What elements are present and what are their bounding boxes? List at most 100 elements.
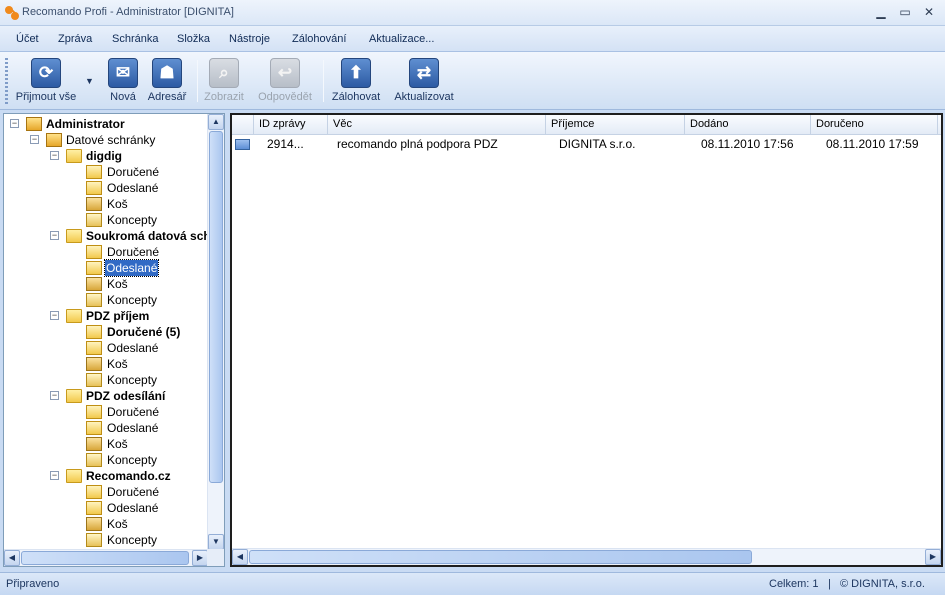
status-text: Připraveno: [6, 578, 60, 590]
column-icon-header[interactable]: [232, 115, 254, 135]
tree-label: Doručené: [107, 405, 160, 419]
tree-node-folder[interactable]: Koš: [4, 276, 208, 292]
view-message-icon: ⌕: [209, 58, 239, 88]
collapse-icon[interactable]: −: [50, 231, 59, 240]
maximize-button[interactable]: ▭: [896, 4, 914, 20]
tree-node-folder[interactable]: Koncepty: [4, 532, 208, 548]
column-subject[interactable]: Věc: [328, 115, 546, 135]
tree-label: Koš: [107, 357, 128, 371]
collapse-icon[interactable]: −: [50, 311, 59, 320]
reply-button[interactable]: ↩ Odpovědět: [254, 58, 316, 106]
backup-button[interactable]: ⬆ Zálohovat: [329, 58, 383, 106]
tree-label: Koš: [107, 437, 128, 451]
column-recipient[interactable]: Příjemce: [546, 115, 685, 135]
sent-icon: [86, 501, 102, 515]
scroll-right-icon[interactable]: ▶: [192, 550, 208, 566]
tree-node-folder[interactable]: Koncepty: [4, 212, 208, 228]
update-button[interactable]: ⇄ Aktualizovat: [391, 58, 457, 106]
minimize-button[interactable]: ▁: [872, 4, 890, 20]
folder-icon: [66, 389, 82, 403]
address-book-button[interactable]: ☗ Adresář: [145, 58, 189, 106]
scroll-up-icon[interactable]: ▲: [208, 114, 224, 130]
tree-node-folder[interactable]: Doručené: [4, 244, 208, 260]
menu-slozka[interactable]: Složka: [177, 33, 210, 45]
tree-node-datove-schranky[interactable]: − Datové schránky: [4, 132, 208, 148]
scroll-left-icon[interactable]: ◀: [232, 549, 248, 565]
view-button[interactable]: ⌕ Zobrazit: [201, 58, 247, 106]
column-delivered[interactable]: Dodáno: [685, 115, 811, 135]
collapse-icon[interactable]: −: [50, 471, 59, 480]
collapse-icon[interactable]: −: [50, 391, 59, 400]
tree-label: Doručené: [107, 245, 160, 259]
view-label: Zobrazit: [204, 91, 244, 103]
message-list[interactable]: ID zprávy Věc Příjemce Dodáno Doručeno 2…: [230, 113, 943, 567]
menu-zprava[interactable]: Zpráva: [58, 33, 92, 45]
tree-node-folder[interactable]: Odeslané: [4, 500, 208, 516]
tree-node-box[interactable]: − PDZ příjem: [4, 308, 208, 324]
folder-tree[interactable]: − Administrator − Datové schránky − digdi…: [3, 113, 225, 567]
column-received[interactable]: Doručeno: [811, 115, 938, 135]
receive-dropdown-arrow-icon[interactable]: ▼: [85, 76, 94, 86]
sent-icon: [86, 261, 102, 275]
tree-node-folder[interactable]: Odeslané: [4, 340, 208, 356]
menu-aktualizace[interactable]: Aktualizace...: [369, 33, 434, 45]
tree-node-folder[interactable]: Doručené: [4, 484, 208, 500]
folder-icon: [66, 149, 82, 163]
inbox-icon: [86, 325, 102, 339]
tree-node-folder[interactable]: Koncepty: [4, 452, 208, 468]
tree-node-folder[interactable]: Odeslané: [4, 420, 208, 436]
scroll-right-icon[interactable]: ▶: [925, 549, 941, 565]
tree-label: Datové schránky: [66, 133, 156, 147]
tree-label: Koncepty: [107, 533, 158, 547]
message-row[interactable]: 2914... recomando plná podpora PDZ DIGNI…: [232, 136, 941, 153]
tree-label: Koš: [107, 197, 128, 211]
tree-node-folder[interactable]: Koncepty: [4, 372, 208, 388]
tree-node-folder[interactable]: Koncepty: [4, 292, 208, 308]
tree-node-box[interactable]: − PDZ odesílání: [4, 388, 208, 404]
column-id[interactable]: ID zprávy: [254, 115, 328, 135]
close-button[interactable]: ✕: [920, 4, 938, 20]
tree-node-box[interactable]: − Recomando.cz: [4, 468, 208, 484]
tree-node-administrator[interactable]: − Administrator: [4, 116, 208, 132]
tree-node-folder[interactable]: Koš: [4, 516, 208, 532]
sent-icon: [86, 181, 102, 195]
new-message-button[interactable]: ✉ Nová: [104, 58, 142, 106]
collapse-icon[interactable]: −: [50, 151, 59, 160]
tree-node-folder[interactable]: Doručené: [4, 404, 208, 420]
tree-node-box[interactable]: − digdig: [4, 148, 208, 164]
scroll-thumb[interactable]: [249, 550, 752, 564]
tree-horizontal-scrollbar[interactable]: ◀ ▶: [4, 549, 208, 566]
tree-node-folder[interactable]: Koš: [4, 436, 208, 452]
tree-node-folder[interactable]: Koš: [4, 196, 208, 212]
menu-nastroje[interactable]: Nástroje: [229, 33, 270, 45]
tree-label: Doručené (5): [107, 325, 181, 339]
tree-node-folder[interactable]: Doručené: [4, 164, 208, 180]
tree-node-folder[interactable]: Koš: [4, 356, 208, 372]
tree-node-folder[interactable]: Odeslané: [4, 259, 208, 277]
tree-node-folder[interactable]: Doručené (5): [4, 324, 208, 340]
tree-node-folder[interactable]: Odeslané: [4, 180, 208, 196]
menu-ucet[interactable]: Účet: [16, 33, 39, 45]
menu-bar: Účet Zpráva Schránka Složka Nástroje Zál…: [0, 26, 945, 52]
reply-label: Odpovědět: [258, 91, 312, 103]
new-message-icon: ✉: [108, 58, 138, 88]
collapse-icon[interactable]: −: [10, 119, 19, 128]
collapse-icon[interactable]: −: [30, 135, 39, 144]
receive-all-label: Přijmout vše: [15, 91, 77, 103]
tree-label: Koš: [107, 517, 128, 531]
menu-zalohovani[interactable]: Zálohování: [292, 33, 346, 45]
tree-node-box[interactable]: − Soukromá datová sch: [4, 228, 208, 244]
scroll-left-icon[interactable]: ◀: [4, 550, 20, 566]
list-horizontal-scrollbar[interactable]: ◀ ▶: [232, 548, 941, 565]
toolbar-grip[interactable]: [5, 58, 8, 104]
tree-vertical-scrollbar[interactable]: ▲ ▼: [207, 114, 224, 550]
tree-label: Soukromá datová sch: [86, 229, 208, 243]
scroll-down-icon[interactable]: ▼: [208, 534, 224, 550]
title-bar: Recomando Profi - Administrator [DIGNITA…: [0, 0, 945, 26]
scroll-thumb[interactable]: [21, 551, 189, 565]
menu-schranka[interactable]: Schránka: [112, 33, 158, 45]
databox-icon: [46, 133, 62, 147]
receive-all-button[interactable]: ⟳ Přijmout vše: [12, 58, 80, 106]
scroll-thumb[interactable]: [209, 131, 223, 483]
trash-icon: [86, 277, 102, 291]
